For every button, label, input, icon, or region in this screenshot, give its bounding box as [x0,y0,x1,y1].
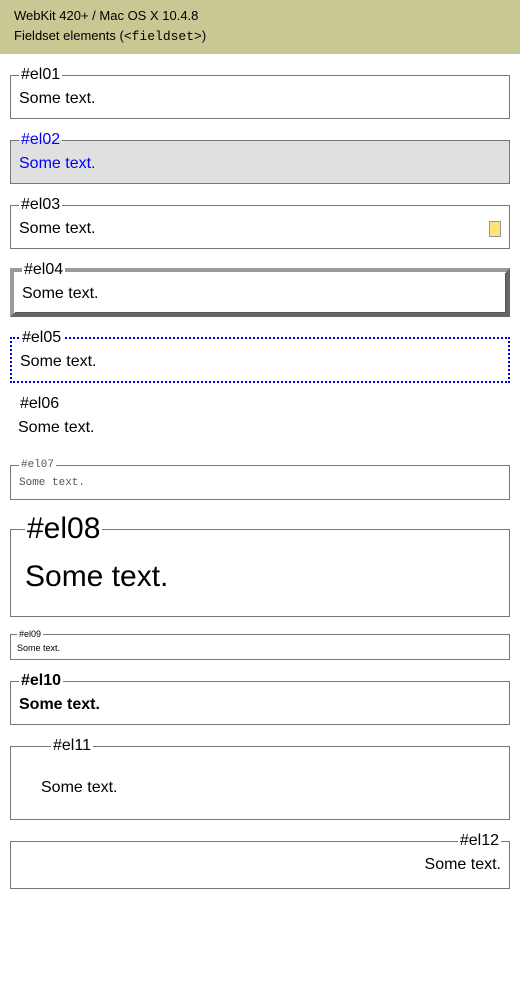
header-line-1: WebKit 420+ / Mac OS X 10.4.8 [14,6,506,26]
fieldset-el01: #el01 Some text. [10,66,510,119]
legend-el05: #el05 [20,329,63,347]
text-el09: Some text. [17,643,503,653]
page-header: WebKit 420+ / Mac OS X 10.4.8 Fieldset e… [0,0,520,54]
fieldset-el10: #el10 Some text. [10,672,510,725]
legend-el03: #el03 [19,196,62,214]
content-area: #el01 Some text. #el02 Some text. #el03 … [0,66,520,909]
fieldset-el08: #el08 Some text. [10,512,510,617]
fieldset-el09: #el09 Some text. [10,629,510,660]
legend-el07: #el07 [19,459,56,471]
fieldset-el02: #el02 Some text. [10,131,510,184]
legend-el04: #el04 [22,261,65,279]
legend-el12: #el12 [458,832,501,850]
text-el10: Some text. [19,696,501,714]
legend-el06: #el06 [18,395,61,413]
text-el02: Some text. [19,155,501,173]
text-el01: Some text. [19,90,501,108]
text-el03: Some text. [19,220,95,238]
text-el11: Some text. [41,761,501,797]
legend-el08: #el08 [25,512,102,546]
fieldset-el04: #el04 Some text. [10,261,510,317]
text-el08: Some text. [25,560,497,594]
text-el05: Some text. [20,353,500,371]
header-line-2: Fieldset elements (<fieldset>) [14,26,506,47]
legend-el10: #el10 [19,672,63,690]
header-line-2-suffix: ) [202,28,206,43]
text-el07: Some text. [19,477,501,489]
fieldset-el12: #el12 Some text. [10,832,510,889]
text-el12: Some text. [19,856,501,874]
legend-el02: #el02 [19,131,62,149]
legend-el11: #el11 [51,737,93,755]
text-el04: Some text. [22,285,498,303]
legend-el09: #el09 [17,629,43,639]
fieldset-el11: #el11 Some text. [10,737,510,820]
fieldset-el06: #el06 Some text. [10,395,510,447]
header-line-2-code: <fieldset> [124,29,202,44]
header-line-2-prefix: Fieldset elements ( [14,28,124,43]
text-el06: Some text. [18,419,502,437]
fieldset-el03: #el03 Some text. [10,196,510,249]
fieldset-el07: #el07 Some text. [10,459,510,500]
fieldset-el05: #el05 Some text. [10,329,510,383]
mini-input-icon[interactable] [489,221,501,237]
legend-el01: #el01 [19,66,62,84]
